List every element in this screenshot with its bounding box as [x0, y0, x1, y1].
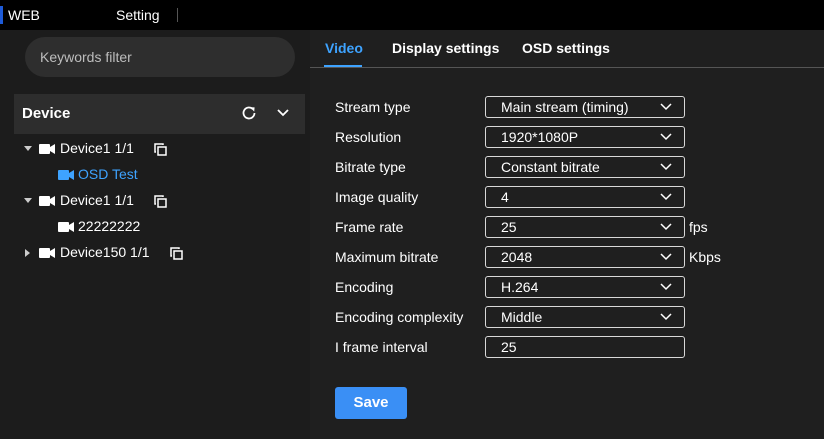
device-header: Device [14, 94, 305, 134]
camera-icon [39, 144, 55, 154]
settings-tabs: Video Display settings OSD settings [310, 30, 824, 68]
bitrate-type-select[interactable]: Constant bitrate [485, 156, 685, 178]
chevron-down-icon [660, 133, 672, 141]
tree-channel-label: 22222222 [78, 218, 141, 234]
camera-icon [58, 222, 74, 232]
encoding-select[interactable]: H.264 [485, 276, 685, 298]
frame-rate-value: 25 [501, 219, 517, 235]
stream-type-select[interactable]: Main stream (timing) [485, 96, 685, 118]
chevron-down-icon [660, 253, 672, 261]
tab-display-settings[interactable]: Display settings [392, 40, 499, 56]
stream-type-value: Main stream (timing) [501, 99, 629, 115]
chevron-down-icon [660, 223, 672, 231]
encoding-value: H.264 [501, 279, 539, 295]
keywords-filter-input[interactable] [25, 37, 295, 77]
max-bitrate-label: Maximum bitrate [335, 249, 439, 265]
chevron-down-icon [660, 163, 672, 171]
frame-rate-label: Frame rate [335, 219, 404, 235]
camera-icon [39, 248, 55, 258]
image-quality-value: 4 [501, 189, 509, 205]
tree-node-label: Device1 1/1 [60, 192, 134, 208]
max-bitrate-unit: Kbps [689, 249, 721, 265]
bitrate-type-label: Bitrate type [335, 159, 406, 175]
menu-divider [177, 8, 178, 22]
tree-node-device[interactable]: Device150 1/1 [24, 244, 194, 264]
save-button[interactable]: Save [335, 387, 407, 419]
tab-video[interactable]: Video [325, 40, 363, 56]
frame-rate-unit: fps [689, 219, 708, 235]
image-quality-label: Image quality [335, 189, 419, 205]
copy-icon[interactable] [154, 143, 167, 156]
active-tab-indicator [324, 65, 362, 67]
chevron-down-icon [660, 283, 672, 291]
encoding-complexity-select[interactable]: Middle [485, 306, 685, 328]
image-quality-select[interactable]: 4 [485, 186, 685, 208]
max-bitrate-value: 2048 [501, 249, 533, 265]
tree-node-label: Device1 1/1 [60, 140, 134, 156]
encoding-complexity-value: Middle [501, 309, 543, 325]
menu-setting[interactable]: Setting [116, 7, 160, 23]
max-bitrate-select[interactable]: 2048 [485, 246, 685, 268]
refresh-icon[interactable] [240, 104, 258, 122]
i-frame-interval-value: 25 [501, 339, 517, 355]
resolution-value: 1920*1080P [501, 129, 579, 145]
chevron-down-icon [660, 193, 672, 201]
top-bar: WEB Setting [0, 0, 824, 30]
i-frame-interval-input[interactable]: 25 [485, 336, 685, 358]
chevron-down-icon [660, 103, 672, 111]
encoding-complexity-label: Encoding complexity [335, 309, 464, 325]
camera-icon [58, 170, 74, 180]
caret-down-icon[interactable] [24, 146, 32, 151]
copy-icon[interactable] [170, 247, 183, 260]
tree-node-label: Device150 1/1 [60, 244, 150, 260]
encoding-label: Encoding [335, 279, 394, 295]
app-label[interactable]: WEB [8, 7, 40, 23]
chevron-down-icon[interactable] [274, 103, 292, 121]
resolution-label: Resolution [335, 129, 402, 145]
camera-icon [39, 196, 55, 206]
stream-type-label: Stream type [335, 99, 411, 115]
tree-channel-label: OSD Test [78, 166, 138, 182]
caret-right-icon[interactable] [25, 249, 30, 257]
brand-accent-bar [0, 6, 3, 24]
i-frame-interval-label: I frame interval [335, 339, 428, 355]
tree-channel-item[interactable]: 22222222 [58, 218, 178, 238]
tab-osd-settings[interactable]: OSD settings [522, 40, 610, 56]
resolution-select[interactable]: 1920*1080P [485, 126, 685, 148]
copy-icon[interactable] [154, 195, 167, 208]
chevron-down-icon [660, 313, 672, 321]
tree-node-device[interactable]: Device1 1/1 [24, 192, 184, 212]
frame-rate-select[interactable]: 25 [485, 216, 685, 238]
caret-down-icon[interactable] [24, 198, 32, 203]
device-title: Device [22, 105, 71, 122]
tree-node-device[interactable]: Device1 1/1 [24, 140, 184, 160]
bitrate-type-value: Constant bitrate [501, 159, 600, 175]
tree-channel-item[interactable]: OSD Test [58, 166, 178, 186]
